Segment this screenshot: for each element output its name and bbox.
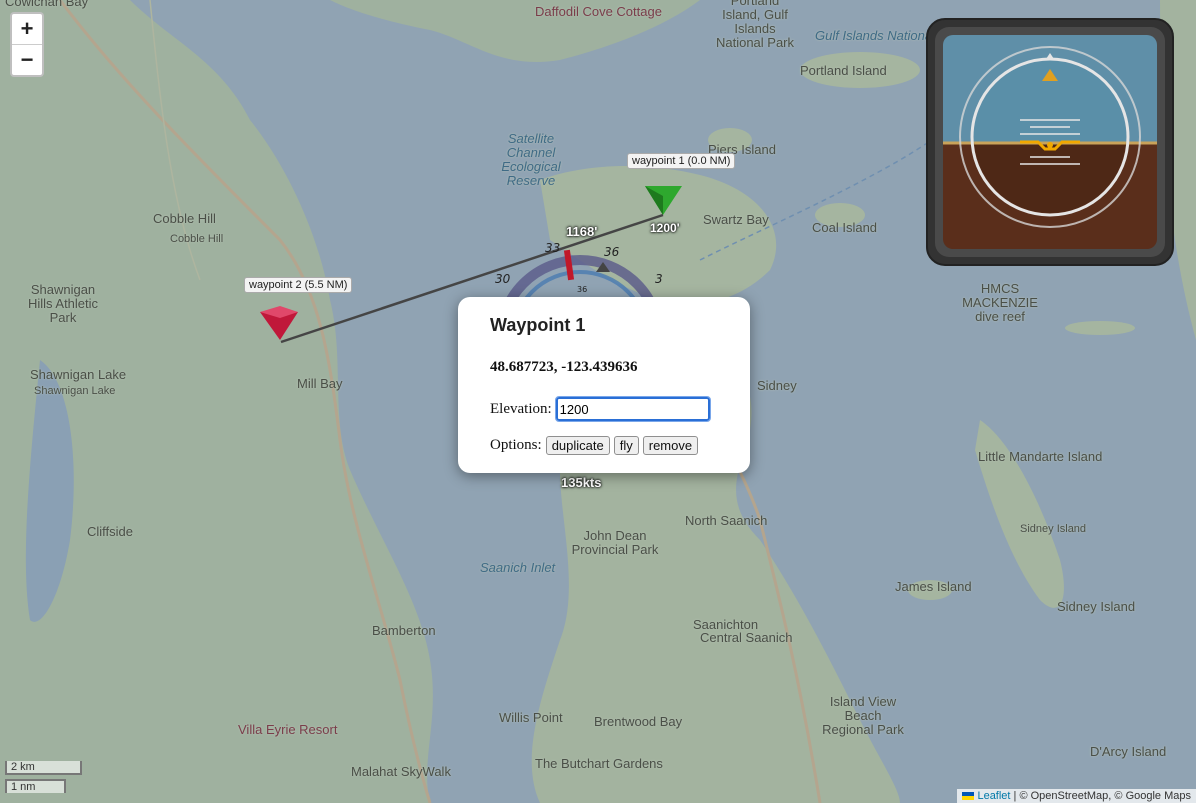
- zoom-in-button[interactable]: +: [12, 14, 42, 44]
- place-label: HMCS MACKENZIE dive reef: [962, 281, 1038, 324]
- osm-link[interactable]: OpenStreetMap: [1031, 790, 1109, 802]
- place-label: Willis Point: [499, 710, 563, 725]
- elevation-input[interactable]: [554, 396, 711, 422]
- place-label: Bamberton: [372, 623, 436, 638]
- place-label: Coal Island: [812, 220, 878, 235]
- airspeed-readout: 135kts: [561, 475, 602, 490]
- place-label: Little Mandarte Island: [978, 449, 1103, 464]
- place-label: Satellite Channel Ecological Reserve: [501, 131, 561, 188]
- place-label: The Butchart Gardens: [535, 756, 663, 771]
- attribution: Leaflet | © OpenStreetMap, © Google Maps: [957, 789, 1196, 803]
- options-label: Options:: [490, 437, 542, 453]
- place-label: John Dean Provincial Park: [571, 528, 659, 557]
- ukraine-flag-icon: [962, 792, 975, 801]
- place-label: Cobble Hill: [170, 233, 224, 245]
- elevation-row: Elevation:: [490, 396, 711, 422]
- zoom-control: + −: [10, 12, 44, 77]
- leaflet-link[interactable]: Leaflet: [977, 790, 1010, 802]
- place-label: Mill Bay: [297, 376, 343, 391]
- heading-tick: 33: [545, 241, 560, 255]
- place-label: Shawnigan Hills Athletic Park: [27, 282, 99, 325]
- fly-button[interactable]: fly: [613, 436, 639, 455]
- duplicate-button[interactable]: duplicate: [545, 436, 610, 455]
- place-label: North Saanich: [685, 513, 768, 528]
- heading-tick: 36: [604, 245, 620, 259]
- popup-title: Waypoint 1: [490, 315, 586, 335]
- popup-coordinates: 48.687723, -123.439636: [490, 359, 638, 375]
- place-label: D'Arcy Island: [1090, 744, 1167, 759]
- waypoint-popup: Waypoint 1 48.687723, -123.439636 Elevat…: [458, 297, 750, 473]
- attribution-separator: , ©: [1108, 790, 1126, 802]
- place-label: Saanich Inlet: [480, 560, 556, 575]
- zoom-out-button[interactable]: −: [12, 44, 42, 75]
- scale-bar-metric: 2 km: [5, 761, 82, 775]
- place-label: Sidney: [757, 378, 797, 393]
- place-label: Shawnigan Lake: [34, 385, 116, 397]
- options-row: Options: duplicate fly remove: [490, 436, 699, 455]
- attribution-separator: | ©: [1010, 790, 1031, 802]
- elevation-label: Elevation:: [490, 400, 552, 417]
- heading-tick: 3: [655, 272, 663, 286]
- attitude-indicator: [926, 18, 1174, 266]
- place-label: Malahat SkyWalk: [351, 764, 451, 779]
- place-label: Swartz Bay: [703, 212, 769, 227]
- place-label: James Island: [895, 579, 972, 594]
- google-maps-credit: Google Maps: [1125, 790, 1191, 802]
- place-label: Portland Island, Gulf Islands National P…: [715, 0, 795, 50]
- place-label: Cowichan Bay: [5, 0, 89, 9]
- remove-button[interactable]: remove: [642, 436, 699, 455]
- place-label: Brentwood Bay: [594, 714, 683, 729]
- place-label: Portland Island: [800, 63, 887, 78]
- place-label: Shawnigan Lake: [30, 367, 127, 382]
- place-label: Cobble Hill: [153, 211, 216, 226]
- place-label: Gulf Islands National: [815, 28, 935, 43]
- heading-inner: 36: [577, 285, 587, 294]
- place-label: Sidney Island: [1020, 523, 1087, 535]
- place-label: Daffodil Cove Cottage: [535, 4, 662, 19]
- waypoint-1-altitude: 1200': [650, 221, 680, 235]
- scale-bar-nautical: 1 nm: [5, 779, 66, 793]
- place-label: Central Saanich: [700, 630, 793, 645]
- place-label: Cliffside: [87, 524, 134, 539]
- waypoint-1-label[interactable]: waypoint 1 (0.0 NM): [627, 153, 736, 169]
- place-label: Sidney Island: [1057, 599, 1136, 614]
- place-label: Villa Eyrie Resort: [238, 722, 338, 737]
- aircraft-altitude: 1168': [566, 224, 598, 239]
- waypoint-2-label[interactable]: waypoint 2 (5.5 NM): [244, 277, 353, 293]
- place-label: Island View Beach Regional Park: [822, 694, 904, 737]
- heading-tick: 30: [495, 272, 511, 286]
